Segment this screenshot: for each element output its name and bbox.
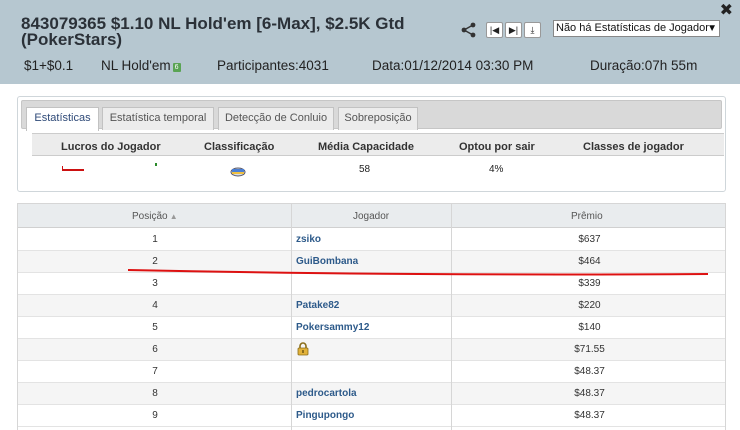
share-icon[interactable] — [460, 22, 478, 38]
table-row: 5 Pokersammy12 $140 — [18, 317, 725, 339]
header-media-capacidade: Média Capacidade — [318, 141, 414, 153]
player-link[interactable]: zsiko — [296, 234, 321, 245]
table-row: 8 pedrocartola $48.37 — [18, 383, 725, 405]
download-icon[interactable]: ⤓ — [524, 22, 541, 38]
table-row: 1 zsiko $637 — [18, 229, 725, 251]
chevron-down-icon: ▼ — [707, 23, 717, 34]
column-divider — [451, 204, 452, 430]
results-table: Posição ▲ Jogador Prêmio 1 zsiko $637 2 GuiB… — [17, 203, 726, 430]
player-link[interactable]: Pokersammy12 — [296, 322, 369, 333]
column-divider — [291, 204, 292, 430]
header-classes-jogador: Classes de jogador — [583, 141, 684, 153]
profit-sparkline-tick — [155, 163, 157, 166]
tab-deteccao-conluio[interactable]: Detecção de Conluio — [218, 107, 334, 130]
date-label: Data:01/12/2014 03:30 PM — [372, 58, 534, 73]
player-link[interactable]: GuiBombana — [296, 256, 358, 267]
position-cell: 8 — [152, 388, 158, 399]
position-cell: 2 — [152, 256, 158, 267]
column-premio: Prêmio — [571, 211, 603, 222]
participants-label: Participantes:4031 — [217, 58, 329, 73]
table-row: 7 $48.37 — [18, 361, 725, 383]
game-type: NL Hold'em 6 — [101, 58, 181, 73]
position-cell: 9 — [152, 410, 158, 421]
tournament-title: 843079365 $1.10 NL Hold'em [6-Max], $2.5… — [21, 14, 405, 49]
stats-panel: Estatísticas Estatística temporal Detecç… — [17, 96, 726, 192]
profit-sparkline — [62, 166, 84, 171]
player-link[interactable]: Patake82 — [296, 300, 339, 311]
prize-cell: $220 — [578, 300, 601, 311]
prize-cell: $637 — [578, 234, 601, 245]
game-type-label: NL Hold'em — [101, 58, 171, 73]
sort-arrow-icon: ▲ — [167, 212, 178, 221]
tab-sobreposicao[interactable]: Sobreposição — [338, 107, 418, 130]
column-jogador: Jogador — [353, 211, 390, 222]
column-posicao[interactable]: Posição ▲ — [132, 211, 178, 222]
header-classificacao: Classificação — [204, 141, 275, 153]
player-link[interactable]: Pingupongo — [296, 410, 354, 421]
prize-cell: $71.55 — [574, 344, 605, 355]
prize-cell: $48.37 — [574, 388, 605, 399]
skip-last-icon[interactable]: ▶| — [505, 22, 522, 38]
skip-first-icon[interactable]: |◀ — [486, 22, 503, 38]
red-annotation-underline — [128, 269, 708, 276]
prize-cell: $48.37 — [574, 366, 605, 377]
tournament-header: 843079365 $1.10 NL Hold'em [6-Max], $2.5… — [0, 0, 740, 84]
optou-por-sair-value: 4% — [489, 164, 504, 175]
duration-label: Duração:07h 55m — [590, 58, 698, 73]
close-icon[interactable]: ✖ — [720, 3, 733, 19]
header-optou-por-sair: Optou por sair — [459, 141, 535, 153]
position-cell: 5 — [152, 322, 158, 333]
table-row: 9 Pingupongo $48.37 — [18, 405, 725, 427]
results-table-header: Posição ▲ Jogador Prêmio — [18, 204, 725, 228]
player-stats-select[interactable]: Não há Estatísticas de Jogador ▼ — [553, 20, 720, 37]
prize-cell: $140 — [578, 322, 601, 333]
tab-bar: Estatísticas Estatística temporal Detecç… — [21, 100, 722, 131]
table-row: 6 $71.55 — [18, 339, 725, 361]
tab-estatistica-temporal[interactable]: Estatística temporal — [102, 107, 214, 130]
position-cell: 7 — [152, 366, 158, 377]
ranking-fish-icon — [230, 167, 246, 177]
position-cell: 6 — [152, 344, 158, 355]
prize-cell: $48.37 — [574, 410, 605, 421]
buyin-label: $1+$0.1 — [24, 58, 74, 73]
media-capacidade-value: 58 — [359, 164, 371, 175]
column-posicao-label: Posição — [132, 211, 168, 222]
prize-cell: $464 — [578, 256, 601, 267]
tab-estatisticas[interactable]: Estatísticas — [26, 107, 99, 131]
position-cell: 1 — [152, 234, 158, 245]
player-stats-select-value: Não há Estatísticas de Jogador — [556, 22, 709, 34]
header-lucros: Lucros do Jogador — [61, 141, 161, 153]
position-cell: 4 — [152, 300, 158, 311]
table-row: 4 Patake82 $220 — [18, 295, 725, 317]
lock-icon — [297, 342, 309, 356]
six-max-badge-icon: 6 — [172, 63, 181, 72]
player-link[interactable]: pedrocartola — [296, 388, 357, 399]
